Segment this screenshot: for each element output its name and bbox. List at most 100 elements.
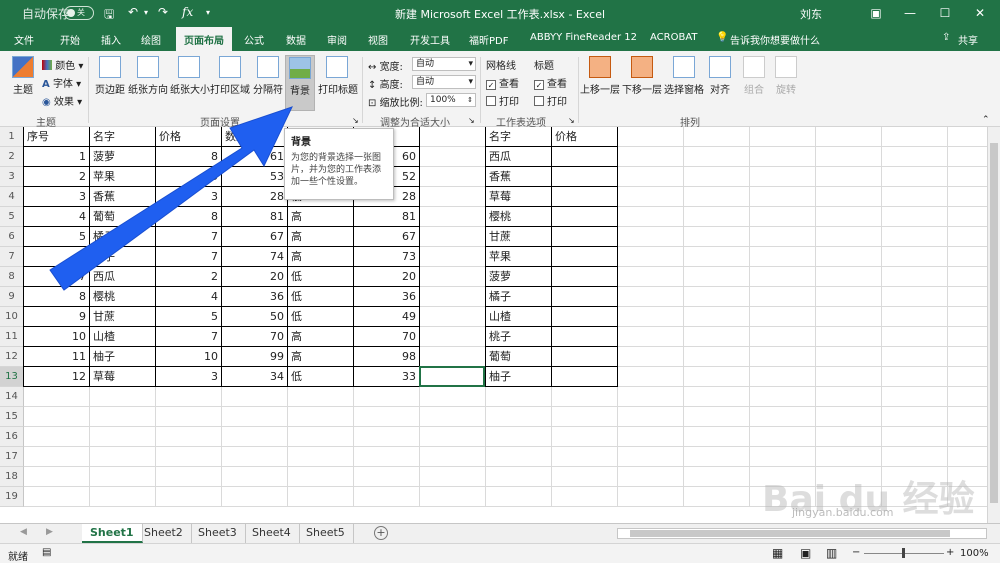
grid-cell[interactable] bbox=[486, 467, 552, 487]
table-header-cell[interactable]: 名字 bbox=[90, 127, 156, 147]
grid-cell[interactable] bbox=[750, 427, 816, 447]
grid-cell[interactable] bbox=[24, 427, 90, 447]
grid-cell[interactable] bbox=[420, 167, 486, 187]
zoom-in-icon[interactable]: + bbox=[946, 547, 954, 558]
table-cell[interactable]: 樱桃 bbox=[90, 287, 156, 307]
grid-cell[interactable] bbox=[684, 287, 750, 307]
grid-cell[interactable] bbox=[156, 467, 222, 487]
grid-cell[interactable] bbox=[222, 447, 288, 467]
row-header[interactable]: 14 bbox=[0, 387, 24, 407]
grid-cell[interactable] bbox=[684, 307, 750, 327]
background-button[interactable]: 背景 bbox=[285, 55, 315, 111]
grid-cell[interactable] bbox=[750, 167, 816, 187]
table2-cell[interactable]: 柚子 bbox=[486, 367, 552, 387]
grid-cell[interactable] bbox=[684, 127, 750, 147]
table-cell[interactable]: 5 bbox=[156, 307, 222, 327]
row-header[interactable]: 5 bbox=[0, 207, 24, 227]
grid-cell[interactable] bbox=[684, 487, 750, 507]
table-cell[interactable]: 50 bbox=[222, 307, 288, 327]
grid-cell[interactable] bbox=[816, 327, 882, 347]
grid-cell[interactable] bbox=[684, 427, 750, 447]
grid-cell[interactable] bbox=[420, 487, 486, 507]
orientation-button[interactable]: 纸张方向 bbox=[128, 56, 168, 96]
grid-cell[interactable] bbox=[750, 307, 816, 327]
table-cell[interactable]: 低 bbox=[288, 287, 354, 307]
grid-cell[interactable] bbox=[420, 407, 486, 427]
tell-me-search[interactable]: 告诉我你想要做什么 bbox=[730, 32, 820, 47]
grid-cell[interactable] bbox=[354, 447, 420, 467]
scrollbar-thumb[interactable] bbox=[990, 143, 998, 503]
grid-cell[interactable] bbox=[882, 227, 948, 247]
table-cell[interactable]: 香蕉 bbox=[90, 187, 156, 207]
worksheet-grid[interactable]: 1 2 3 4 5 6 7 8 9 10 11 12 13 14 15 16 17 18 19 序号 名字 价格 数量 1 菠萝… bbox=[0, 127, 995, 523]
table-cell[interactable]: 10 bbox=[24, 327, 90, 347]
table-cell[interactable]: 67 bbox=[354, 227, 420, 247]
share-button[interactable]: 共享 bbox=[958, 32, 978, 47]
grid-cell[interactable] bbox=[552, 407, 618, 427]
zoom-out-icon[interactable]: − bbox=[852, 547, 860, 558]
group-objects-button[interactable]: 组合 bbox=[740, 56, 768, 96]
grid-cell[interactable] bbox=[420, 307, 486, 327]
zoom-slider-handle[interactable] bbox=[902, 548, 905, 558]
grid-cell[interactable] bbox=[750, 447, 816, 467]
grid-cell[interactable] bbox=[552, 487, 618, 507]
row-header[interactable]: 2 bbox=[0, 147, 24, 167]
table-cell[interactable]: 3 bbox=[24, 187, 90, 207]
grid-cell[interactable] bbox=[222, 487, 288, 507]
table-cell[interactable]: 1 bbox=[24, 147, 90, 167]
grid-cell[interactable] bbox=[552, 387, 618, 407]
table-cell[interactable]: 70 bbox=[222, 327, 288, 347]
table-cell[interactable]: 36 bbox=[222, 287, 288, 307]
grid-cell[interactable] bbox=[882, 387, 948, 407]
tab-developer[interactable]: 开发工具 bbox=[410, 32, 450, 47]
grid-cell[interactable] bbox=[750, 207, 816, 227]
row-header[interactable]: 3 bbox=[0, 167, 24, 187]
grid-cell[interactable] bbox=[750, 327, 816, 347]
grid-cell[interactable] bbox=[288, 387, 354, 407]
grid-cell[interactable] bbox=[618, 487, 684, 507]
tab-abbyy[interactable]: ABBYY FineReader 12 bbox=[530, 32, 637, 43]
grid-cell[interactable] bbox=[684, 327, 750, 347]
row-header[interactable]: 10 bbox=[0, 307, 24, 327]
grid-cell[interactable] bbox=[750, 287, 816, 307]
tab-draw[interactable]: 绘图 bbox=[141, 32, 161, 47]
grid-cell[interactable] bbox=[684, 167, 750, 187]
scroll-tabs-left-icon[interactable]: ◀ bbox=[20, 527, 27, 537]
grid-cell[interactable] bbox=[420, 227, 486, 247]
row-header[interactable]: 19 bbox=[0, 487, 24, 507]
tab-formulas[interactable]: 公式 bbox=[244, 32, 264, 47]
macro-record-icon[interactable]: ▤ bbox=[42, 547, 51, 558]
grid-cell[interactable] bbox=[618, 387, 684, 407]
grid-cell[interactable] bbox=[486, 407, 552, 427]
page-layout-view-icon[interactable]: ▣ bbox=[800, 546, 811, 560]
grid-cell[interactable] bbox=[750, 407, 816, 427]
grid-cell[interactable] bbox=[552, 427, 618, 447]
grid-cell[interactable] bbox=[882, 407, 948, 427]
ribbon-display-icon[interactable]: ▣ bbox=[866, 3, 886, 23]
grid-cell[interactable] bbox=[288, 407, 354, 427]
table-cell[interactable]: 7 bbox=[156, 247, 222, 267]
colors-button[interactable]: 颜色 ▾ bbox=[42, 57, 83, 72]
grid-cell[interactable] bbox=[816, 447, 882, 467]
grid-cell[interactable] bbox=[882, 127, 948, 147]
page-break-view-icon[interactable]: ▥ bbox=[826, 546, 837, 560]
grid-cell[interactable] bbox=[882, 167, 948, 187]
grid-cell[interactable] bbox=[618, 307, 684, 327]
grid-cell[interactable] bbox=[618, 267, 684, 287]
grid-cell[interactable] bbox=[288, 427, 354, 447]
table2-cell[interactable]: 菠萝 bbox=[486, 267, 552, 287]
table2-cell[interactable] bbox=[552, 267, 618, 287]
table-cell[interactable]: 6 bbox=[24, 247, 90, 267]
table2-header-cell[interactable]: 名字 bbox=[486, 127, 552, 147]
bring-forward-button[interactable]: 上移一层 bbox=[580, 56, 620, 96]
grid-cell[interactable] bbox=[618, 247, 684, 267]
table-cell[interactable]: 98 bbox=[354, 347, 420, 367]
horizontal-scrollbar[interactable] bbox=[617, 528, 987, 539]
grid-cell[interactable] bbox=[552, 447, 618, 467]
tab-review[interactable]: 审阅 bbox=[327, 32, 347, 47]
grid-cell[interactable] bbox=[816, 367, 882, 387]
sheet-tab-1[interactable]: Sheet1 bbox=[82, 524, 143, 543]
scroll-tabs-right-icon[interactable]: ▶ bbox=[46, 527, 53, 537]
rotate-button[interactable]: 旋转 bbox=[772, 56, 800, 96]
sheet-tab-2[interactable]: Sheet2 bbox=[136, 524, 192, 543]
